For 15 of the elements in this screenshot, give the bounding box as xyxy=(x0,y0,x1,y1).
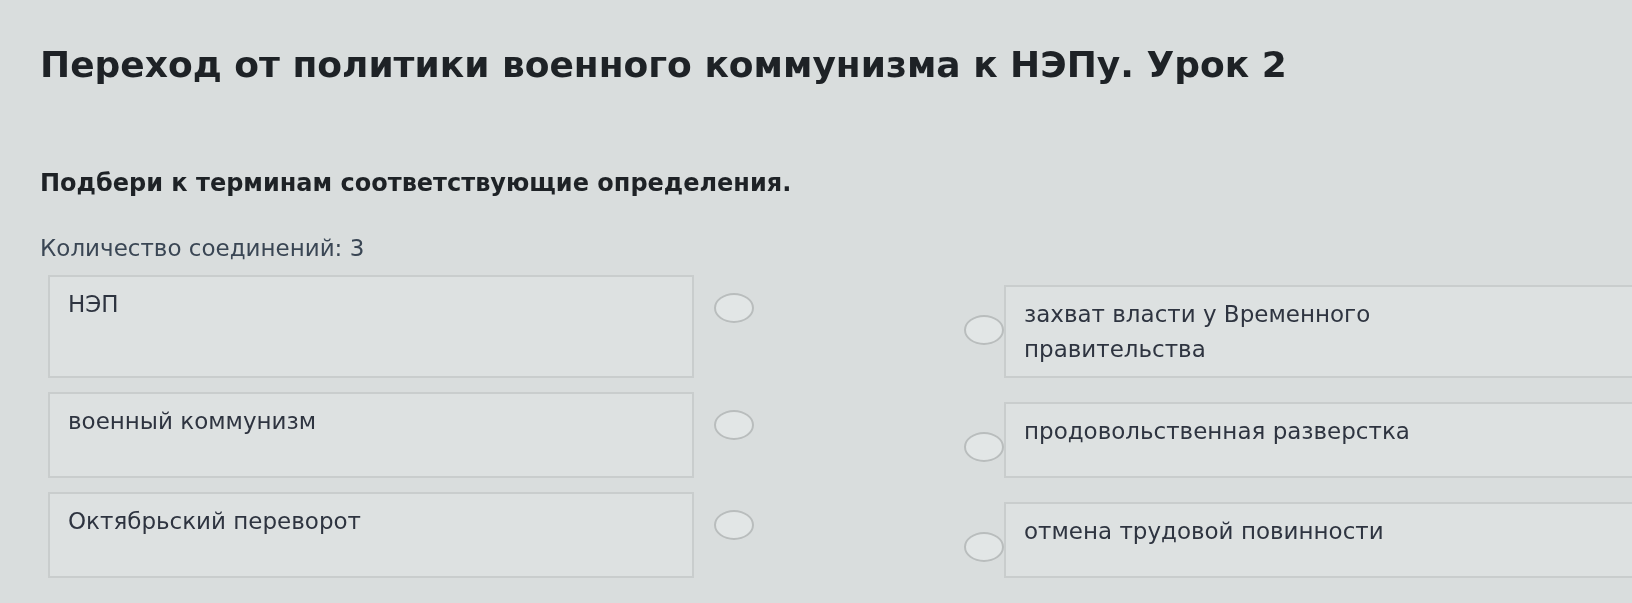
definition-card[interactable]: отмена трудовой повинности xyxy=(1004,502,1632,578)
definition-card[interactable]: захват власти у Временного правительства xyxy=(1004,285,1632,378)
connector-handle[interactable] xyxy=(714,293,754,323)
term-card[interactable]: военный коммунизм xyxy=(48,392,694,478)
connector-handle[interactable] xyxy=(964,432,1004,462)
term-card[interactable]: НЭП xyxy=(48,275,694,378)
connector-handle[interactable] xyxy=(964,532,1004,562)
connector-handle[interactable] xyxy=(714,510,754,540)
connector-handle[interactable] xyxy=(964,315,1004,345)
connection-count: Количество соединений: 3 xyxy=(40,235,366,261)
task-instruction: Подбери к терминам соответствующие определения. xyxy=(40,169,793,197)
definition-card[interactable]: продовольственная разверстка xyxy=(1004,402,1632,478)
term-card[interactable]: Октябрьский переворот xyxy=(48,492,694,578)
lesson-title: Переход от политики военного коммунизма к НЭПу. Урок 2 xyxy=(40,44,1288,85)
connector-handle[interactable] xyxy=(714,410,754,440)
